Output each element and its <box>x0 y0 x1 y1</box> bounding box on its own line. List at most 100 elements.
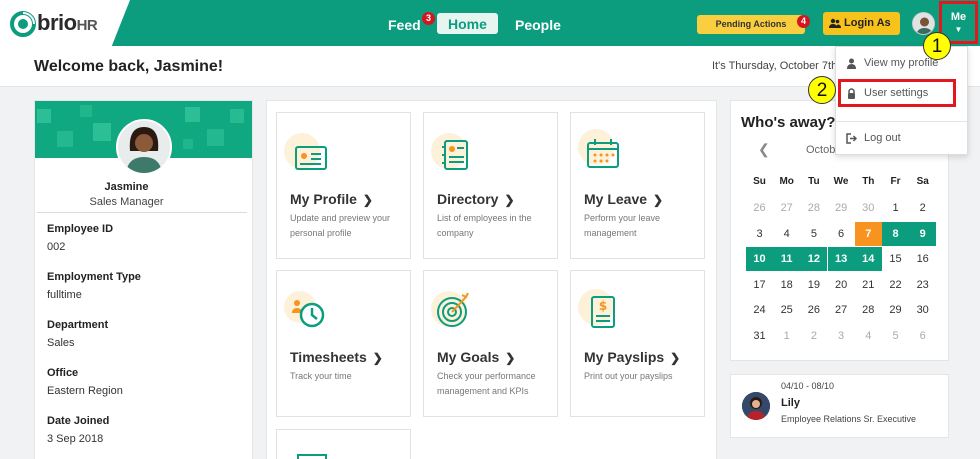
tile-title: My Leave ❯ <box>584 191 664 207</box>
calendar-day[interactable]: 6 <box>909 324 936 348</box>
tile-my-leave[interactable]: My Leave ❯ Perform your leave management <box>570 112 705 259</box>
tile-timesheets[interactable]: Timesheets ❯ Track your time <box>276 270 411 417</box>
tile-description: Update and preview your personal profile <box>290 213 391 238</box>
menu-item-view-profile[interactable]: View my profile <box>836 50 969 77</box>
calendar-day[interactable]: 17 <box>746 273 773 297</box>
calendar-weekday: Su <box>753 176 766 187</box>
away-person-avatar <box>742 392 770 420</box>
field-value-office: Eastern Region <box>47 385 123 397</box>
calendar-day[interactable]: 16 <box>909 247 936 271</box>
field-label-office: Office <box>47 367 79 379</box>
calendar-weekday: Mo <box>779 176 794 187</box>
nav-home[interactable]: Home <box>437 13 498 34</box>
away-role: Employee Relations Sr. Executive <box>781 414 917 424</box>
calendar-day[interactable]: 6 <box>828 222 855 246</box>
tile-description: List of employees in the company <box>437 213 532 238</box>
field-label-employee-id: Employee ID <box>47 223 114 235</box>
calendar-day[interactable]: 3 <box>828 324 855 348</box>
calendar-day[interactable]: 14 <box>854 247 882 271</box>
profile-name: Jasmine <box>104 181 149 193</box>
calendar-day[interactable]: 4 <box>855 324 882 348</box>
calendar-day[interactable]: 31 <box>746 324 773 348</box>
tile-my-profile[interactable]: My Profile ❯ Update and preview your pers… <box>276 112 411 259</box>
calendar-day[interactable]: 2 <box>800 324 827 348</box>
calendar-day[interactable]: 1 <box>773 324 800 348</box>
pending-actions-button[interactable]: Pending Actions <box>697 15 805 34</box>
nav-people[interactable]: People <box>515 17 561 33</box>
field-label-department: Department <box>47 319 109 331</box>
menu-item-logout[interactable]: Log out <box>836 125 969 152</box>
calendar-day[interactable]: 13 <box>827 247 855 271</box>
calendar-day[interactable]: 30 <box>855 196 882 220</box>
field-label-date-joined: Date Joined <box>47 415 110 427</box>
logo-area[interactable]: brioHR <box>0 0 130 46</box>
document-icon <box>297 454 327 459</box>
person-avatar-icon <box>742 392 770 420</box>
user-avatar[interactable] <box>912 12 935 35</box>
calendar-day[interactable]: 18 <box>773 273 800 297</box>
calendar-day[interactable]: 7 <box>854 221 882 246</box>
login-as-button[interactable]: Login As <box>823 12 900 35</box>
calendar-day[interactable]: 28 <box>800 196 827 220</box>
svg-text:$: $ <box>599 299 607 313</box>
calendar-day[interactable]: 12 <box>800 247 828 271</box>
calendar-day[interactable]: 27 <box>828 298 855 322</box>
calendar-day[interactable]: 5 <box>882 324 909 348</box>
tile-my-payslips[interactable]: $ My Payslips ❯ Print out your payslips <box>570 270 705 417</box>
calendar-prev-icon[interactable]: ❮ <box>758 141 770 158</box>
calendar-day[interactable]: 19 <box>800 273 827 297</box>
calendar-day[interactable]: 26 <box>746 196 773 220</box>
field-value-employment-type: fulltime <box>47 289 82 301</box>
calendar-day[interactable]: 24 <box>746 298 773 322</box>
payslip-icon: $ <box>578 289 615 328</box>
logout-icon <box>846 133 857 144</box>
calendar-day[interactable]: 28 <box>855 298 882 322</box>
step-2-marker: 2 <box>808 76 836 104</box>
calendar-day[interactable]: 5 <box>800 222 827 246</box>
menu-item-user-settings[interactable]: User settings <box>836 80 969 107</box>
tile-description: Check your performance management and KP… <box>437 371 536 396</box>
field-value-date-joined: 3 Sep 2018 <box>47 433 104 445</box>
tile-directory[interactable]: Directory ❯ List of employees in the comp… <box>423 112 558 259</box>
away-dates: 04/10 - 08/10 <box>781 381 835 391</box>
brio-logo-icon <box>10 11 36 37</box>
clock-icon <box>284 291 325 328</box>
calendar-weekday: Sa <box>916 176 929 187</box>
profile-avatar <box>116 119 172 175</box>
calendar-weekday: Fr <box>890 176 901 187</box>
user-icon <box>847 58 856 69</box>
chevron-right-icon: ❯ <box>362 193 373 207</box>
calendar-day[interactable]: 9 <box>909 221 937 246</box>
calendar-day[interactable]: 27 <box>773 196 800 220</box>
calendar-day[interactable]: 4 <box>773 222 800 246</box>
calendar-day[interactable]: 2 <box>909 196 936 220</box>
chevron-right-icon: ❯ <box>670 351 681 365</box>
calendar-day[interactable]: 8 <box>882 221 909 246</box>
tile-my-goals[interactable]: My Goals ❯ Check your performance managem… <box>423 270 558 417</box>
calendar-day[interactable]: 20 <box>828 273 855 297</box>
calendar-day[interactable]: 22 <box>882 273 909 297</box>
chevron-right-icon: ❯ <box>505 351 516 365</box>
field-value-employee-id: 002 <box>47 241 66 253</box>
calendar-day[interactable]: 10 <box>746 247 773 271</box>
calendar-day[interactable]: 29 <box>882 298 909 322</box>
calendar-day[interactable]: 30 <box>909 298 936 322</box>
me-dropdown-menu: View my profile User settings Log out <box>835 46 968 155</box>
calendar-day[interactable]: 1 <box>882 196 909 220</box>
calendar-day[interactable]: 25 <box>773 298 800 322</box>
profile-role: Sales Manager <box>89 196 164 208</box>
tile-partial[interactable] <box>276 429 411 459</box>
calendar-day[interactable]: 11 <box>773 247 801 271</box>
calendar-day[interactable]: 21 <box>855 273 882 297</box>
calendar-day[interactable]: 26 <box>800 298 827 322</box>
profile-divider <box>37 212 247 213</box>
calendar-day[interactable]: 3 <box>746 222 773 246</box>
calendar-day[interactable]: 15 <box>882 247 909 271</box>
tile-title: Timesheets ❯ <box>290 349 383 365</box>
target-icon <box>431 291 469 327</box>
calendar-day[interactable]: 29 <box>828 196 855 220</box>
tile-title: My Profile ❯ <box>290 191 373 207</box>
calendar-day[interactable]: 23 <box>909 273 936 297</box>
nav-feed[interactable]: Feed <box>388 17 421 33</box>
today-date: It's Thursday, October 7th <box>712 60 838 72</box>
